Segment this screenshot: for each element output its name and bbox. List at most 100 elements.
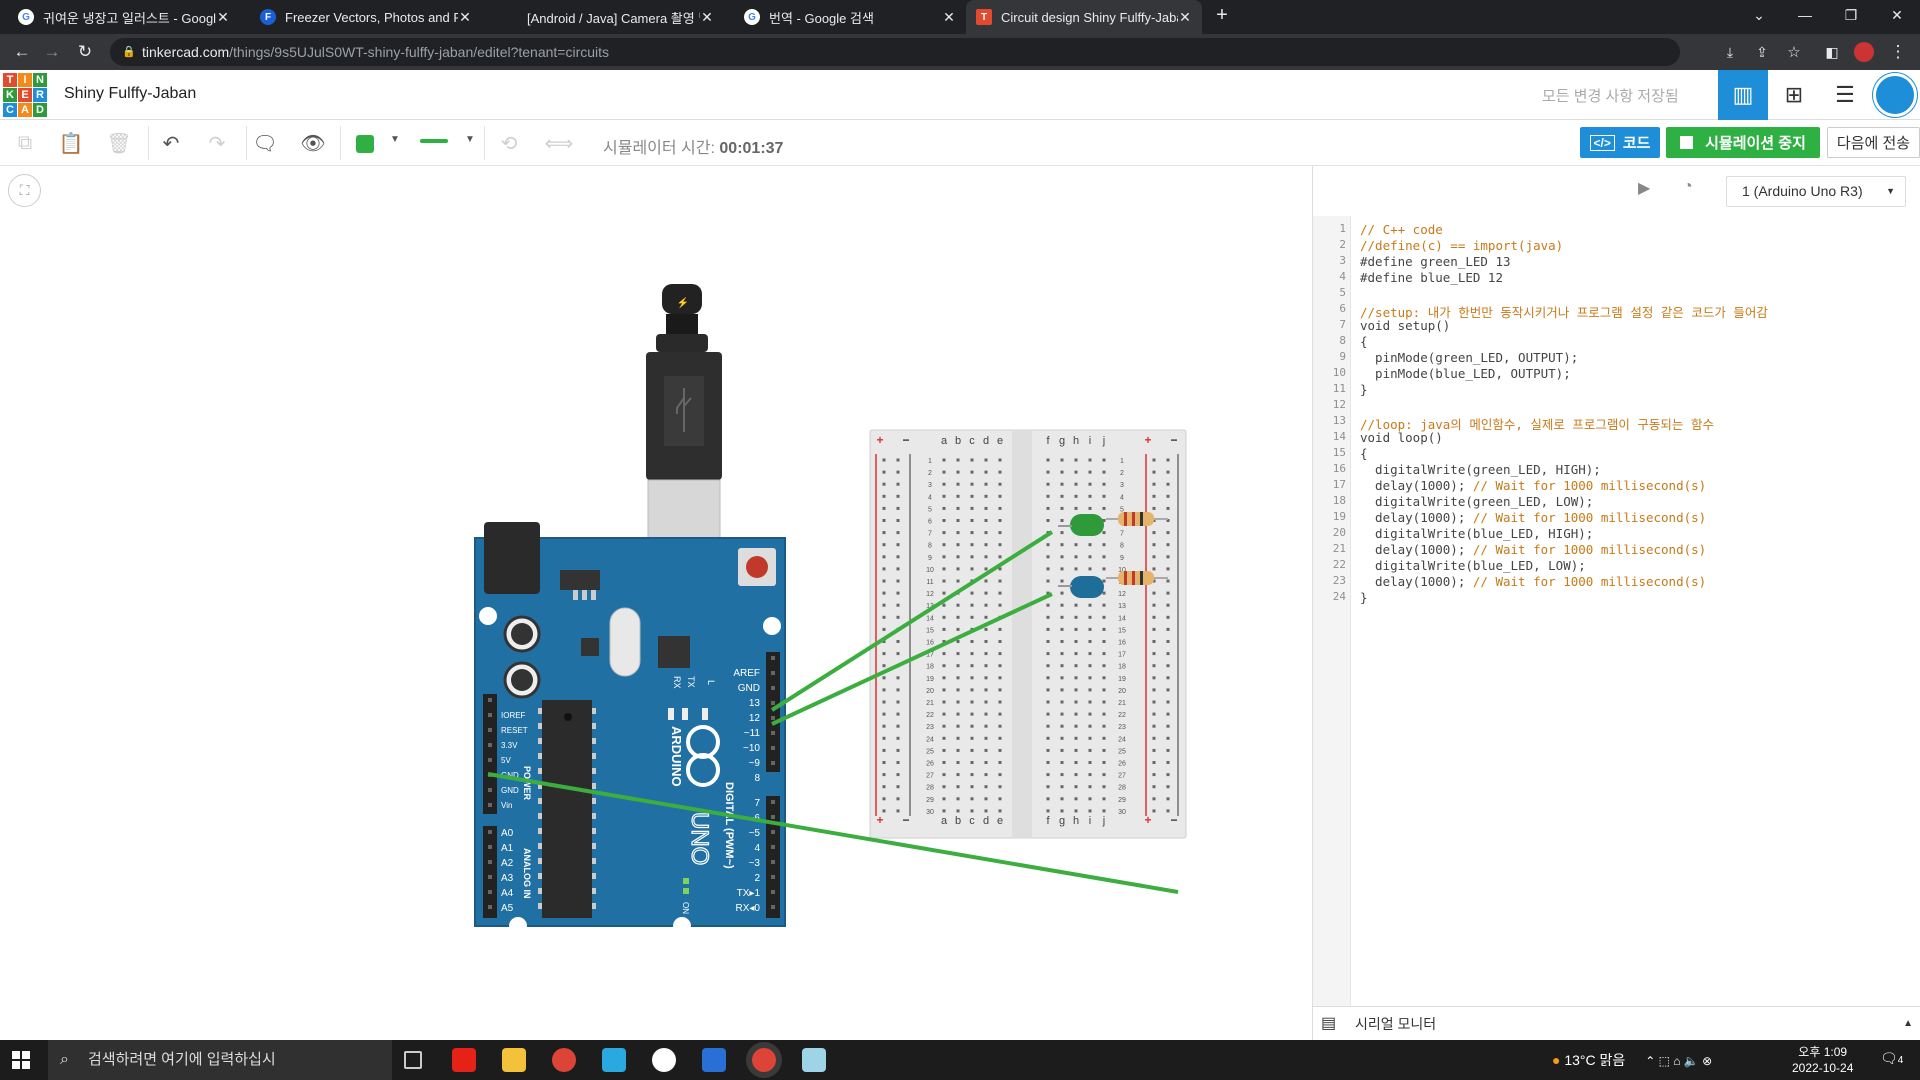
breadboard-hole[interactable] (1088, 555, 1092, 559)
app-icon[interactable] (602, 1048, 626, 1072)
breadboard-hole[interactable] (942, 724, 946, 728)
breadboard-hole[interactable] (970, 736, 974, 740)
breadboard-hole[interactable] (998, 797, 1002, 801)
breadboard-hole[interactable] (984, 700, 988, 704)
breadboard-hole[interactable] (1046, 519, 1050, 522)
file-explorer-icon[interactable] (502, 1048, 526, 1072)
header-hole[interactable] (488, 803, 492, 807)
breadboard-hole[interactable] (942, 615, 946, 619)
breadboard-hole[interactable] (1060, 736, 1064, 740)
breadboard-hole[interactable] (984, 688, 988, 692)
breadboard-hole[interactable] (970, 797, 974, 801)
breadboard-hole[interactable] (998, 482, 1002, 486)
breadboard-hole[interactable] (1074, 506, 1078, 510)
tray-icons[interactable]: ⌃ ⬚ ⌂ 🔈 ⊗ (1645, 1054, 1712, 1068)
breadboard-hole[interactable] (970, 470, 974, 474)
header-hole[interactable] (771, 731, 775, 735)
breadboard-hole[interactable] (1102, 748, 1106, 752)
breadboard-hole[interactable] (942, 482, 946, 486)
breadboard-hole[interactable] (1060, 506, 1064, 510)
rail-hole[interactable] (1152, 797, 1156, 801)
rail-hole[interactable] (1152, 773, 1156, 777)
header-hole[interactable] (771, 815, 775, 819)
chevron-down-icon[interactable]: ▼ (465, 134, 475, 145)
breadboard-hole[interactable] (956, 809, 960, 813)
rail-hole[interactable] (882, 603, 886, 607)
breadboard-hole[interactable] (1046, 797, 1050, 801)
rail-hole[interactable] (896, 761, 900, 764)
breadboard-hole[interactable] (956, 543, 960, 547)
breadboard-hole[interactable] (1088, 736, 1092, 740)
breadboard-hole[interactable] (942, 470, 946, 474)
breadboard-hole[interactable] (984, 627, 988, 631)
breadboard-hole[interactable] (1102, 591, 1106, 595)
breadboard-hole[interactable] (970, 519, 974, 522)
tab-4-active[interactable]: T Circuit design Shiny Fulffy-Jaban ✕ (966, 0, 1202, 34)
rail-hole[interactable] (1166, 579, 1170, 583)
rail-hole[interactable] (1166, 664, 1170, 668)
breadboard-hole[interactable] (1074, 700, 1078, 704)
breadboard-hole[interactable] (1074, 797, 1078, 801)
header-hole[interactable] (488, 845, 492, 849)
breadboard-hole[interactable] (1102, 506, 1106, 510)
breadboard-hole[interactable] (956, 506, 960, 510)
breadboard-hole[interactable] (1060, 603, 1064, 607)
rail-hole[interactable] (1152, 712, 1156, 716)
rail-hole[interactable] (1152, 470, 1156, 474)
tab-0[interactable]: G 귀여운 냉장고 일러스트 - Google ✕ (8, 0, 240, 34)
rail-hole[interactable] (1152, 603, 1156, 607)
breadboard-hole[interactable] (942, 591, 946, 595)
rail-hole[interactable] (1152, 482, 1156, 486)
header-hole[interactable] (771, 830, 775, 834)
breadboard-hole[interactable] (1046, 627, 1050, 631)
breadboard-hole[interactable] (984, 640, 988, 643)
back-button[interactable]: ← (10, 40, 34, 64)
breadboard-hole[interactable] (970, 555, 974, 559)
header-hole[interactable] (771, 905, 775, 909)
breadboard-hole[interactable] (984, 676, 988, 680)
rail-hole[interactable] (882, 494, 886, 498)
breadboard-hole[interactable] (1102, 785, 1106, 789)
breadboard-hole[interactable] (956, 676, 960, 680)
breadboard-hole[interactable] (1046, 664, 1050, 668)
header-hole[interactable] (771, 761, 775, 765)
rail-hole[interactable] (1166, 785, 1170, 789)
breadboard-hole[interactable] (998, 543, 1002, 547)
step-icon[interactable]: ▶︎ (1638, 178, 1650, 198)
breadboard-hole[interactable] (998, 627, 1002, 631)
rail-hole[interactable] (1166, 736, 1170, 740)
rail-hole[interactable] (896, 700, 900, 704)
breadboard-hole[interactable] (1060, 482, 1064, 486)
rotate-icon[interactable]: ⟲ (494, 128, 524, 158)
rail-hole[interactable] (1166, 603, 1170, 607)
breadboard-hole[interactable] (956, 773, 960, 777)
breadboard-hole[interactable] (942, 676, 946, 680)
undo-icon[interactable]: ↶ (156, 128, 186, 158)
arduino-uno-board[interactable]: RX TX L ARDUINO UNO DIGITAL (PWM~) POWER… (474, 522, 786, 935)
breadboard-hole[interactable] (1046, 761, 1050, 764)
breadboard-hole[interactable] (1074, 615, 1078, 619)
task-view-icon[interactable] (404, 1051, 422, 1069)
user-avatar[interactable] (1870, 70, 1920, 120)
breadboard-hole[interactable] (984, 494, 988, 498)
rail-hole[interactable] (1152, 591, 1156, 595)
rail-hole[interactable] (896, 652, 900, 656)
header-hole[interactable] (771, 701, 775, 705)
breadboard-hole[interactable] (1060, 761, 1064, 764)
breadboard-hole[interactable] (1102, 627, 1106, 631)
rail-hole[interactable] (1152, 567, 1156, 571)
breadboard-hole[interactable] (1102, 724, 1106, 728)
rail-hole[interactable] (1166, 615, 1170, 619)
breadboard-hole[interactable] (1046, 736, 1050, 740)
breadboard-hole[interactable] (1060, 664, 1064, 668)
breadboard-hole[interactable] (1074, 736, 1078, 740)
app-icon[interactable] (652, 1048, 676, 1072)
close-icon[interactable]: ✕ (458, 9, 472, 26)
breadboard-hole[interactable] (998, 555, 1002, 559)
breadboard-hole[interactable] (1088, 664, 1092, 668)
tab-search-icon[interactable]: ⌄ (1736, 0, 1782, 30)
breadboard-hole[interactable] (956, 640, 960, 643)
breadboard-hole[interactable] (956, 519, 960, 522)
breadboard-hole[interactable] (970, 700, 974, 704)
breadboard-hole[interactable] (970, 615, 974, 619)
